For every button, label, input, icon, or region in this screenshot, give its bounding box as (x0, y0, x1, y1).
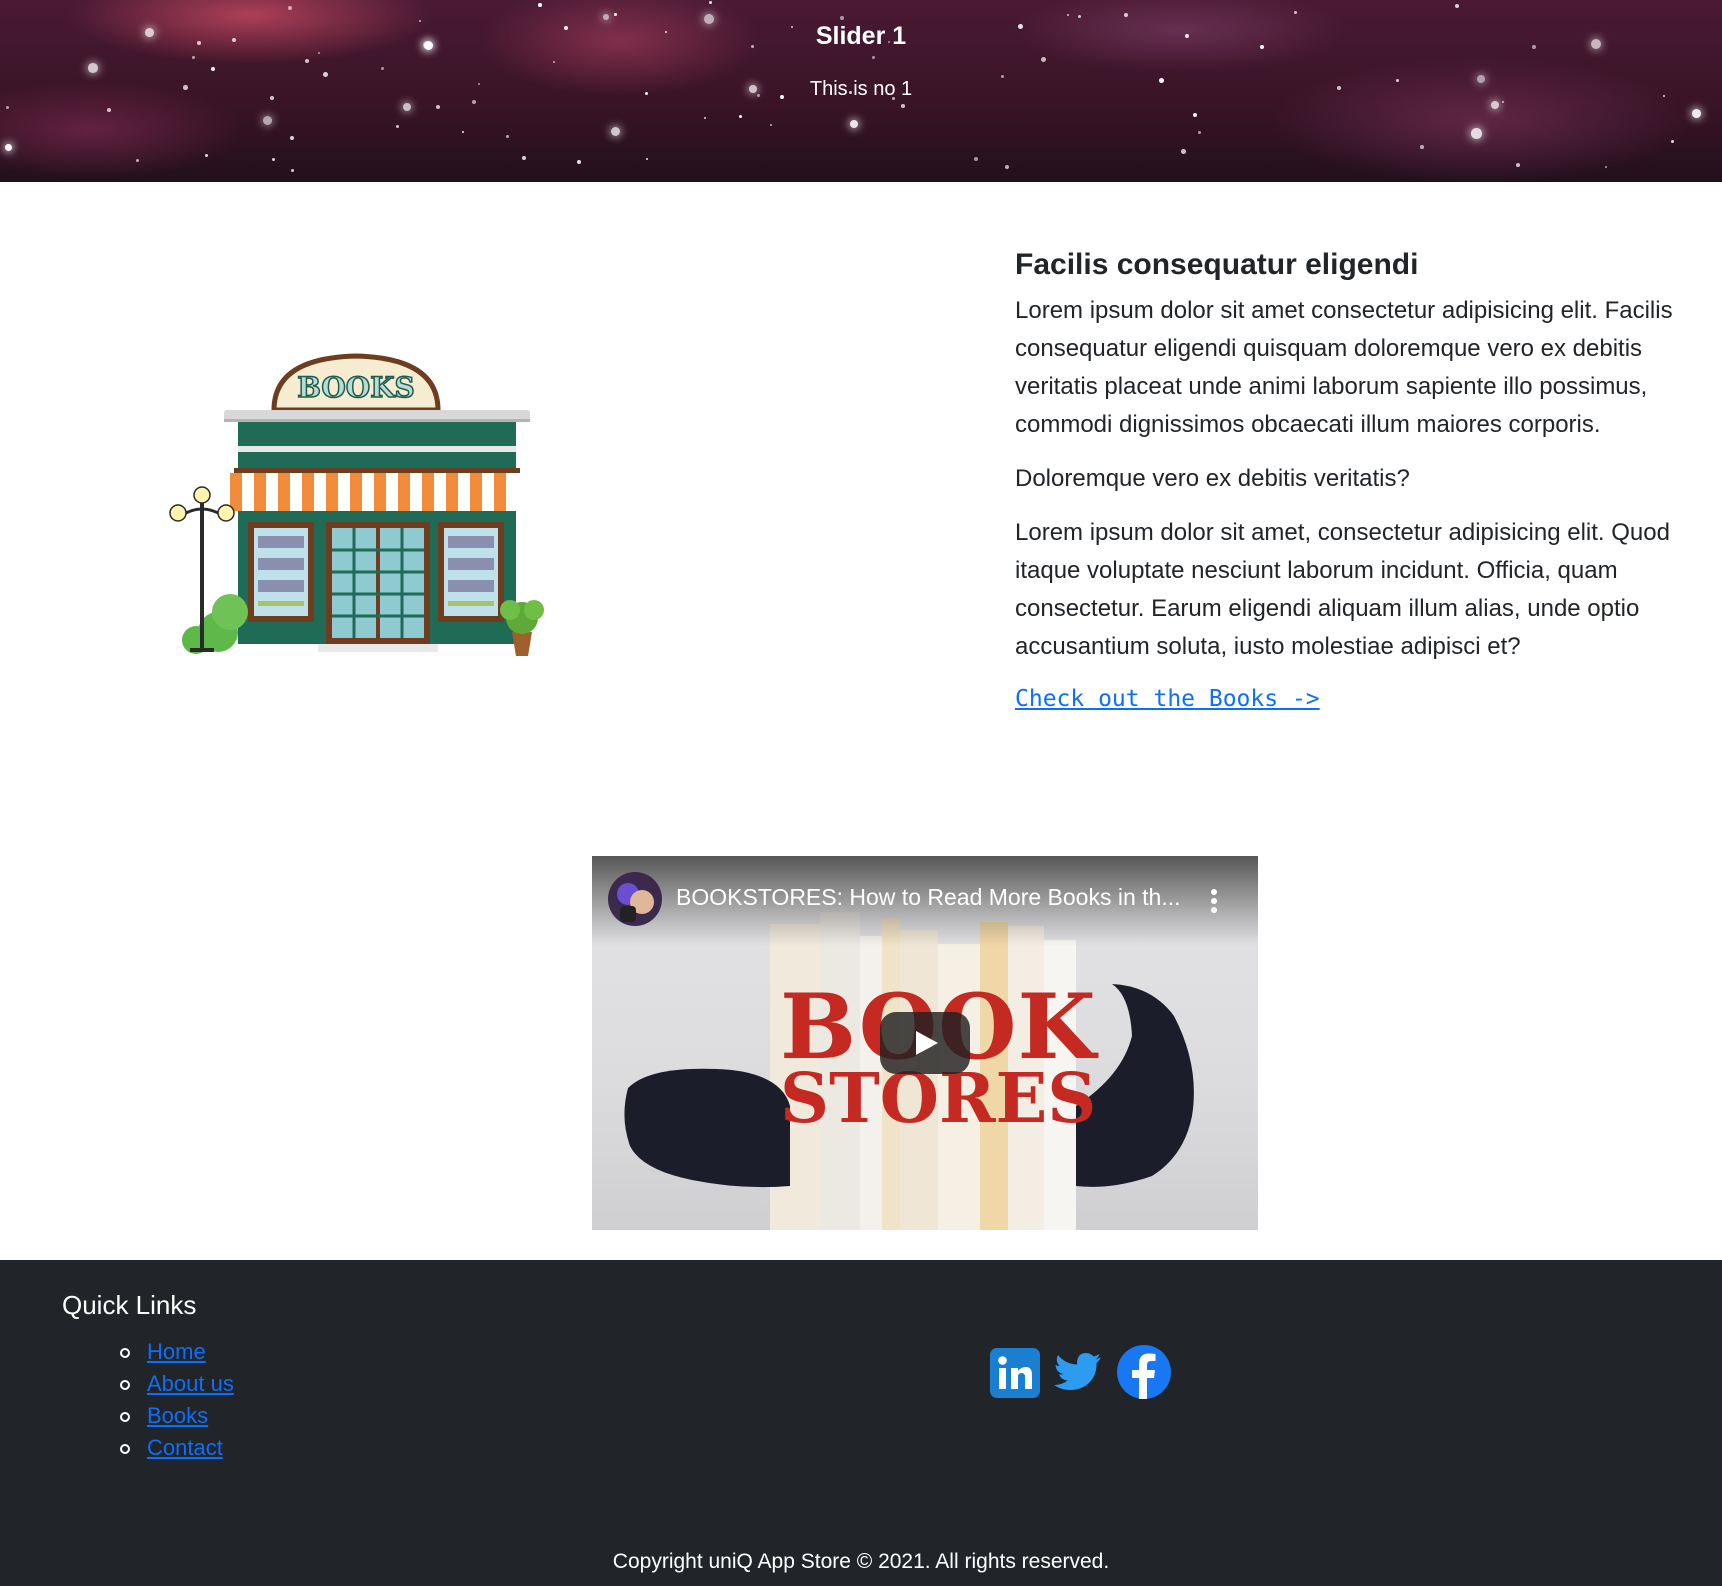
star (1005, 165, 1010, 170)
star (403, 103, 412, 112)
list-item: Home (120, 1336, 234, 1368)
striped-awning (230, 473, 524, 511)
video-embed[interactable]: BOOK STORES BOOKSTORES: How to Read More… (592, 856, 1258, 1230)
star (88, 63, 98, 73)
feature-title: Facilis consequatur eligendi (1015, 248, 1419, 281)
star (1198, 131, 1202, 135)
star (1294, 11, 1298, 15)
star (1502, 101, 1505, 104)
star (205, 154, 209, 158)
feature-paragraph-1: Lorem ipsum dolor sit amet consectetur a… (1015, 297, 1673, 438)
quick-links-list: Home About us Books Contact (120, 1336, 234, 1464)
star (646, 158, 649, 161)
star (396, 125, 400, 129)
star (1067, 14, 1069, 16)
star (1471, 128, 1482, 139)
star (1455, 4, 1460, 9)
star (1420, 145, 1424, 149)
star (611, 127, 621, 137)
star (614, 13, 617, 16)
sign-text: BOOKS (297, 371, 415, 404)
star (462, 131, 465, 134)
star (263, 116, 273, 126)
star (1692, 109, 1701, 118)
star (506, 135, 509, 138)
footer-link-books[interactable]: Books (147, 1403, 208, 1428)
star (436, 105, 441, 110)
star (381, 67, 385, 71)
star (291, 169, 294, 172)
star (974, 157, 979, 162)
facebook-icon[interactable] (1116, 1344, 1172, 1400)
quick-links-title: Quick Links (62, 1290, 197, 1320)
star (739, 115, 742, 118)
star (1491, 101, 1500, 110)
star (770, 124, 772, 126)
star (1516, 163, 1520, 167)
slide-title: Slider 1 (815, 22, 907, 50)
footer-link-contact[interactable]: Contact (147, 1435, 223, 1460)
star (1193, 113, 1198, 118)
star (1671, 140, 1675, 144)
star (709, 1, 713, 5)
star (290, 136, 295, 141)
star (553, 61, 556, 64)
twitter-icon[interactable] (1054, 1352, 1102, 1394)
star (305, 59, 310, 64)
star (704, 117, 707, 120)
copyright-text: Copyright uniQ App Store © 2021. All rig… (612, 1550, 1110, 1573)
star (318, 52, 321, 55)
star (577, 160, 582, 165)
feature-text: Facilis consequatur eligendi Lorem ipsum… (1015, 244, 1695, 712)
site-footer: Quick Links Home About us Books Contact … (0, 1260, 1722, 1586)
more-vert-icon[interactable] (1204, 886, 1224, 916)
star (850, 120, 859, 129)
star (192, 56, 195, 59)
video-title[interactable]: BOOKSTORES: How to Read More Books in th… (676, 884, 1186, 911)
list-item: Contact (120, 1432, 234, 1464)
star (538, 3, 542, 7)
star (1181, 149, 1186, 154)
star (522, 156, 527, 161)
star (107, 108, 111, 112)
star (1078, 15, 1082, 19)
feature-paragraph-2: Lorem ipsum dolor sit amet, consectetur … (1015, 519, 1670, 660)
star (1041, 57, 1046, 62)
slide-caption: This is no 1 (809, 78, 913, 100)
play-icon[interactable] (880, 1012, 970, 1074)
footer-link-home[interactable]: Home (147, 1339, 206, 1364)
star (901, 104, 905, 108)
star (840, 16, 844, 20)
list-item: Books (120, 1400, 234, 1432)
linkedin-icon[interactable] (990, 1348, 1040, 1398)
star (211, 67, 215, 71)
star (5, 144, 12, 151)
star (288, 6, 293, 11)
bookstore-illustration: BOOKS (168, 350, 558, 665)
star (1605, 166, 1608, 169)
star (6, 106, 10, 110)
feature-question: Doloremque vero ex debitis veritatis? (1015, 465, 1410, 492)
footer-link-about[interactable]: About us (147, 1371, 234, 1396)
star (323, 72, 328, 77)
hero-slider[interactable]: Slider 1 This is no 1 (0, 0, 1722, 182)
star (603, 14, 610, 21)
star (872, 56, 876, 60)
star (136, 159, 140, 163)
star (1124, 13, 1129, 18)
check-books-link[interactable]: Check out the Books -> (1015, 686, 1320, 712)
star (272, 158, 275, 161)
list-item: About us (120, 1368, 234, 1400)
channel-avatar[interactable] (608, 872, 662, 926)
